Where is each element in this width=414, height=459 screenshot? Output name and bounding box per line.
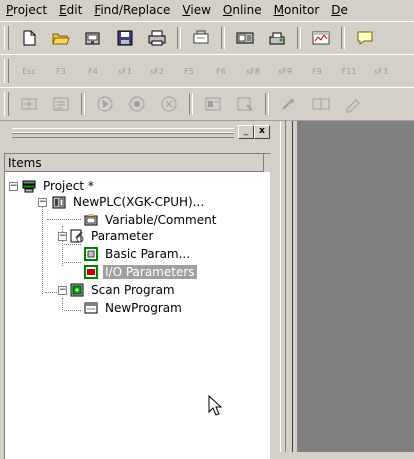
tree-node-new-program[interactable]: NewProgram — [83, 300, 184, 316]
connect-icon[interactable] — [232, 26, 258, 50]
panel-close-button[interactable]: x — [254, 125, 270, 139]
variable-comment-icon — [84, 214, 98, 226]
toolbar-separator — [221, 27, 225, 49]
save-icon[interactable] — [112, 26, 138, 50]
expand-toggle[interactable]: − — [58, 286, 67, 295]
tree-node-project[interactable]: Project * — [21, 178, 96, 194]
plc-icon — [52, 196, 66, 209]
panel-minimize-button[interactable]: _ — [238, 125, 254, 139]
new-file-icon[interactable] — [16, 26, 42, 50]
program-icon — [84, 302, 98, 314]
fkey-f4-icon[interactable]: F4 — [78, 59, 108, 83]
tree-node-variable-comment[interactable]: Variable/Comment — [83, 212, 218, 228]
toolbar-grip[interactable] — [4, 92, 9, 116]
stop-icon[interactable] — [124, 92, 150, 116]
debug-mode-icon[interactable] — [16, 92, 42, 116]
menu-bar: Project Edit Find/Replace View Online Mo… — [0, 0, 414, 20]
pause-icon[interactable] — [156, 92, 182, 116]
menu-find-replace[interactable]: Find/Replace — [88, 0, 176, 20]
plc-info-icon[interactable] — [200, 92, 226, 116]
basic-param-icon — [84, 247, 98, 261]
toolbar-separator — [189, 93, 193, 115]
tree-node-scan-program[interactable]: Scan Program — [69, 282, 177, 298]
project-tree[interactable]: Items − Project * − NewPLC(XGK-CPUH)... … — [4, 153, 271, 459]
fkey-sf8-icon[interactable]: sF8 — [238, 59, 268, 83]
tree-label: NewPLC(XGK-CPUH)... — [73, 195, 205, 209]
tree-label: Basic Param... — [105, 247, 191, 261]
fkey-esc-icon[interactable]: Esc — [14, 59, 44, 83]
toolbar-separator — [341, 27, 345, 49]
menu-monitor[interactable]: Monitor — [268, 0, 326, 20]
editor-workspace[interactable] — [297, 121, 414, 452]
menu-view[interactable]: View — [176, 0, 216, 20]
tree-label: Parameter — [91, 229, 154, 243]
menu-edit[interactable]: Edit — [53, 0, 88, 20]
project-icon — [22, 180, 36, 193]
fkey-sf1-icon[interactable]: sF1 — [110, 59, 140, 83]
plc-history-icon[interactable] — [232, 92, 258, 116]
tree-node-parameter[interactable]: Parameter — [69, 228, 155, 244]
debug-toolbar — [0, 87, 414, 121]
menu-project[interactable]: Project — [0, 0, 53, 20]
fkey-f6-icon[interactable]: F6 — [206, 59, 236, 83]
expand-toggle[interactable]: − — [58, 232, 67, 241]
fkey-f5-icon[interactable]: F5 — [174, 59, 204, 83]
monitor-icon[interactable] — [308, 26, 334, 50]
toolbar-grip[interactable] — [4, 26, 9, 50]
online-icon[interactable] — [264, 26, 290, 50]
panel-splitter[interactable] — [280, 121, 297, 452]
fkey-f9-icon[interactable]: F9 — [302, 59, 332, 83]
menu-online[interactable]: Online — [217, 0, 268, 20]
tree-node-basic-param[interactable]: Basic Param... — [83, 246, 192, 262]
expand-toggle[interactable]: − — [38, 198, 47, 207]
mouse-cursor-icon — [208, 395, 223, 416]
expand-toggle[interactable]: − — [9, 182, 18, 191]
fkey-f3-icon[interactable]: F3 — [46, 59, 76, 83]
parameter-icon — [70, 229, 84, 243]
toolbar-separator — [81, 93, 85, 115]
open-project-icon[interactable] — [80, 26, 106, 50]
fkey-sf3-icon[interactable]: sF3 — [366, 59, 396, 83]
print-preview-icon[interactable] — [188, 26, 214, 50]
open-folder-icon[interactable] — [48, 26, 74, 50]
tree-node-plc[interactable]: NewPLC(XGK-CPUH)... — [51, 194, 206, 210]
tree-label: Project * — [43, 179, 94, 193]
toolbar-grip[interactable] — [4, 59, 9, 83]
tree-label: I/O Parameters — [103, 265, 197, 279]
step-icon[interactable] — [48, 92, 74, 116]
toolbar-separator — [297, 27, 301, 49]
fkey-sf2-icon[interactable]: sF2 — [142, 59, 172, 83]
tree-label: NewProgram — [105, 301, 182, 315]
clear-icon[interactable] — [340, 92, 366, 116]
tree-node-io-parameters[interactable]: I/O Parameters — [83, 264, 197, 280]
print-icon[interactable] — [144, 26, 170, 50]
toolbar-separator — [265, 93, 269, 115]
comment-icon[interactable] — [352, 26, 378, 50]
toolbar-separator — [177, 27, 181, 49]
scan-program-icon — [70, 283, 84, 297]
io-sync-icon[interactable] — [308, 92, 334, 116]
items-column-header[interactable]: Items — [5, 154, 270, 172]
panel-grip — [12, 132, 234, 138]
fkey-sf9-icon[interactable]: sF9 — [270, 59, 300, 83]
tree-label: Variable/Comment — [105, 213, 217, 227]
io-param-icon — [84, 265, 98, 279]
menu-debug[interactable]: De — [325, 0, 354, 20]
wizard-icon[interactable] — [276, 92, 302, 116]
tree-label: Scan Program — [91, 283, 175, 297]
project-panel: _ x Items − Project * − NewPLC(XGK-CPUH)… — [0, 121, 280, 459]
fkey-f11-icon[interactable]: F11 — [334, 59, 364, 83]
ladder-toolbar: Esc F3 F4 sF1 sF2 F5 F6 sF8 sF9 F9 F11 s… — [0, 54, 414, 88]
run-icon[interactable] — [92, 92, 118, 116]
panel-title-bar[interactable]: _ x — [4, 121, 280, 143]
standard-toolbar — [0, 21, 414, 55]
